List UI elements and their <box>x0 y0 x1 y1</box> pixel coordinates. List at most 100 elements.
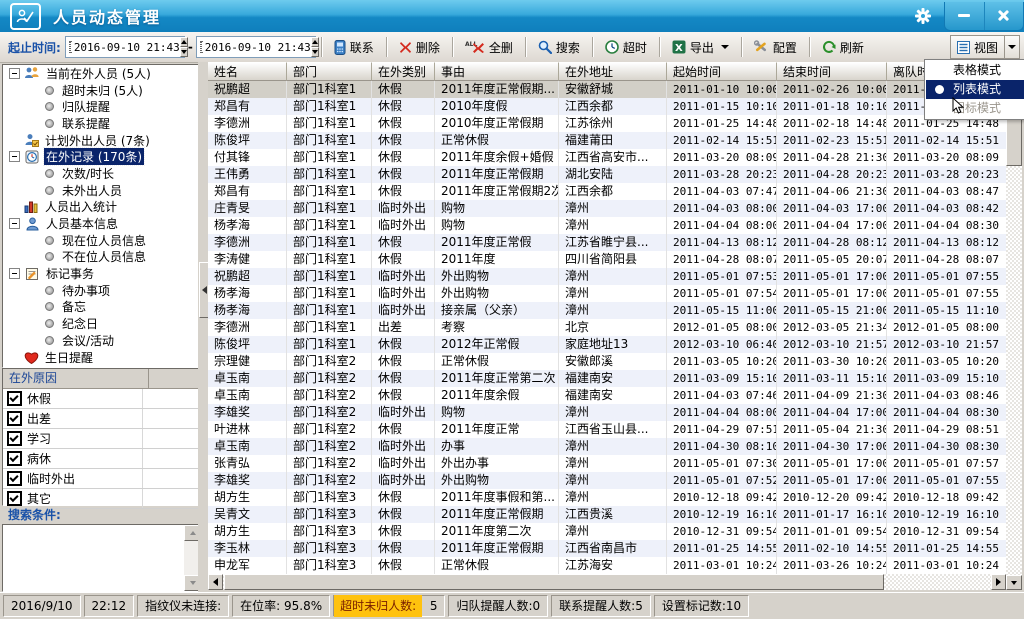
table-row[interactable]: 庄青旻部门1科室1临时外出购物漳州2011-04-03 08:002011-04… <box>208 200 1006 217</box>
reason-checkbox[interactable] <box>7 431 22 446</box>
cell: 漳州 <box>559 489 667 506</box>
tree-item[interactable]: 生日提醒 <box>3 349 199 366</box>
tree-item[interactable]: 标记事务 <box>3 265 199 282</box>
horizontal-scrollbar[interactable] <box>208 574 1006 590</box>
table-row[interactable]: 王伟勇部门1科室1休假2011年度正常假期湖北安陆2011-03-28 20:2… <box>208 166 1006 183</box>
tree-item[interactable]: 会议/活动 <box>3 332 199 349</box>
column-header[interactable]: 事由 <box>435 62 559 81</box>
tree-item[interactable]: 纪念日 <box>3 315 199 332</box>
table-row[interactable]: 宗理健部门1科室2休假正常休假安徽郎溪2011-03-05 10:202011-… <box>208 353 1006 370</box>
collapse-expander-icon[interactable] <box>9 151 20 162</box>
tree-item[interactable]: 待办事项 <box>3 282 199 299</box>
table-row[interactable]: 李德洲部门1科室1出差考察北京2012-01-05 08:002012-03-0… <box>208 319 1006 336</box>
table-row[interactable]: 李雄奖部门1科室2临时外出购物漳州2011-04-04 08:002011-04… <box>208 404 1006 421</box>
reason-checkbox[interactable] <box>7 491 22 506</box>
search-button[interactable]: 搜索 <box>531 36 587 59</box>
table-row[interactable]: 胡方生部门1科室3休假2011年度事假和第...漳州2010-12-18 09:… <box>208 489 1006 506</box>
refresh-button[interactable]: 刷新 <box>815 36 871 59</box>
delete-button[interactable]: 删除 <box>392 36 447 59</box>
tree-item[interactable]: 人员基本信息 <box>3 215 199 232</box>
close-button[interactable] <box>984 2 1024 30</box>
table-row[interactable]: 李雄奖部门1科室2临时外出外出购物漳州2011-05-01 07:522011-… <box>208 472 1006 489</box>
table-row[interactable]: 杨孝海部门1科室1临时外出购物漳州2011-04-04 08:002011-04… <box>208 217 1006 234</box>
view-caret-button[interactable] <box>1004 36 1019 58</box>
table-row[interactable]: 卓玉南部门1科室2休假2011年度余假福建南安2011-04-03 07:462… <box>208 387 1006 404</box>
export-button[interactable]: X 导出 <box>665 36 736 59</box>
table-row[interactable]: 卓玉南部门1科室2休假2011年度正常第二次福建南安2011-03-09 15:… <box>208 370 1006 387</box>
tree-item[interactable]: 次数/时长 <box>3 165 199 182</box>
view-button[interactable]: 视图 <box>951 39 1004 56</box>
scroll-right-button[interactable] <box>991 574 1006 590</box>
reason-checkbox[interactable] <box>7 471 22 486</box>
panel-splitter[interactable] <box>198 62 208 592</box>
search-scrollbar[interactable] <box>184 525 199 591</box>
collapse-expander-icon[interactable] <box>9 268 20 279</box>
table-row[interactable]: 杨孝海部门1科室1临时外出接亲属（父亲）漳州2011-05-15 11:0020… <box>208 302 1006 319</box>
table-row[interactable]: 申龙军部门1科室3休假正常休假江苏海安2011-03-01 10:242011-… <box>208 557 1006 574</box>
table-row[interactable]: 胡方生部门1科室3休假2011年度第二次漳州2010-12-31 09:5420… <box>208 523 1006 540</box>
table-row[interactable]: 张青弘部门1科室2临时外出外出办事漳州2011-05-01 07:302011-… <box>208 455 1006 472</box>
tree-item[interactable]: 在外记录 (170条) <box>3 148 199 165</box>
column-header[interactable]: 起始时间 <box>667 62 777 81</box>
config-button[interactable]: 配置 <box>747 36 804 59</box>
vertical-scrollbar[interactable] <box>1006 62 1022 590</box>
menu-item[interactable]: 图标模式 <box>926 99 1024 118</box>
table-row[interactable]: 祝鹏超部门1科室1临时外出外出购物漳州2011-05-01 07:532011-… <box>208 268 1006 285</box>
table-row[interactable]: 叶进林部门1科室2休假2011年度正常江西省玉山县...2011-04-29 0… <box>208 421 1006 438</box>
table-row[interactable]: 李涛健部门1科室1休假2011年度四川省简阳县2011-04-28 08:072… <box>208 251 1006 268</box>
table-row[interactable]: 郑昌有部门1科室1休假2010年度假江西余都2011-01-15 10:1020… <box>208 98 1006 115</box>
scroll-down-button[interactable] <box>1006 575 1022 590</box>
menu-item[interactable]: 表格模式 <box>926 61 1024 80</box>
collapse-expander-icon[interactable] <box>9 218 20 229</box>
tree-item[interactable]: 联系提醒 <box>3 115 199 132</box>
tree-item[interactable]: 人员出入统计 <box>3 199 199 216</box>
column-header[interactable]: 结束时间 <box>777 62 887 81</box>
cell: 2011-05-01 07:55 <box>887 268 1006 285</box>
table-row[interactable]: 祝鹏超部门1科室1休假2011年度正常假期...安徽舒城2011-01-10 1… <box>208 81 1006 98</box>
horizontal-scroll-thumb[interactable] <box>224 574 884 590</box>
export-caret-icon[interactable] <box>721 45 729 49</box>
column-header[interactable]: 在外地址 <box>559 62 667 81</box>
date-from-field[interactable]: 2016-09-10 21:43 <box>65 36 185 58</box>
table-row[interactable]: 李德洲部门1科室1休假2010年度正常假期江苏徐州2011-01-25 14:4… <box>208 115 1006 132</box>
contact-button[interactable]: 联系 <box>327 36 381 59</box>
reason-row: 休假 <box>3 389 199 409</box>
table-row[interactable]: 李玉林部门1科室3休假2011年度正常假期江西省南昌市2011-01-25 14… <box>208 540 1006 557</box>
reason-checkbox[interactable] <box>7 411 22 426</box>
tree-item[interactable]: 计划外出人员 (7条) <box>3 132 199 149</box>
minimize-button[interactable] <box>945 2 984 30</box>
reason-checkbox[interactable] <box>7 391 22 406</box>
table-row[interactable]: 卓玉南部门1科室2临时外出办事漳州2011-04-30 08:102011-04… <box>208 438 1006 455</box>
tree-item[interactable]: 当前在外人员 (5人) <box>3 65 199 82</box>
table-row[interactable]: 杨孝海部门1科室1临时外出外出购物漳州2011-05-01 07:542011-… <box>208 285 1006 302</box>
delete-all-button[interactable]: ALL 全删 <box>458 36 520 59</box>
table-row[interactable]: 吴青文部门1科室3休假2011年度正常假期江西贵溪2010-12-19 16:1… <box>208 506 1006 523</box>
table-row[interactable]: 付其锋部门1科室1休假2011年度余假+婚假江西省高安市...2011-03-2… <box>208 149 1006 166</box>
tree-item[interactable]: 备忘 <box>3 299 199 316</box>
column-header[interactable]: 姓名 <box>208 62 287 81</box>
table-row[interactable]: 陈俊坪部门1科室1休假正常休假福建莆田2011-02-14 15:512011-… <box>208 132 1006 149</box>
table-row[interactable]: 郑昌有部门1科室1休假2011年度正常假期2次江西余都2011-04-03 07… <box>208 183 1006 200</box>
date-to-checkbox[interactable] <box>200 41 202 53</box>
tree-item[interactable]: 现在位人员信息 <box>3 232 199 249</box>
tree-item[interactable]: 不在位人员信息 <box>3 249 199 266</box>
tree-item[interactable]: 未外出人员 <box>3 182 199 199</box>
tree-item[interactable]: 归队提醒 <box>3 98 199 115</box>
column-header[interactable]: 部门 <box>287 62 372 81</box>
search-condition-input[interactable] <box>2 524 200 592</box>
date-to-field[interactable]: 2016-09-10 21:43 <box>196 36 316 58</box>
cell: 2011-01-15 10:10 <box>667 98 777 115</box>
collapse-expander-icon[interactable] <box>9 68 20 79</box>
scroll-left-button[interactable] <box>208 574 223 590</box>
table-row[interactable]: 陈俊坪部门1科室1休假2012年正常假家庭地址132012-03-10 06:4… <box>208 336 1006 353</box>
table-row[interactable]: 李德洲部门1科室1休假2011年度正常假江苏省睢宁县...2011-04-13 … <box>208 234 1006 251</box>
date-from-spinner[interactable] <box>180 37 188 57</box>
date-to-spinner[interactable] <box>311 37 319 57</box>
date-from-checkbox[interactable] <box>69 41 71 53</box>
column-header[interactable]: 在外类别 <box>372 62 435 81</box>
reason-checkbox[interactable] <box>7 451 22 466</box>
overtime-button[interactable]: 超时 <box>598 36 654 59</box>
menu-item[interactable]: 列表模式 <box>926 80 1024 99</box>
settings-gear-icon[interactable] <box>908 0 938 32</box>
tree-item[interactable]: 超时未归 (5人) <box>3 82 199 99</box>
